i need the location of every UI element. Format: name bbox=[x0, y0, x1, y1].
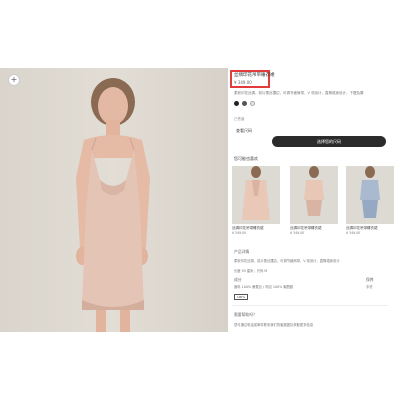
zoom-icon[interactable]: + bbox=[8, 74, 20, 86]
recommend-item[interactable]: 丝绸印花吊带睡衣裙 ¥ 349.00 bbox=[346, 166, 394, 235]
product-title: 丝绸印花吊带睡衣裙 bbox=[234, 73, 275, 78]
recommend-item[interactable]: 丝绸印花吊带睡衣裙 ¥ 349.00 bbox=[232, 166, 280, 235]
material-tag: 100% bbox=[234, 294, 248, 300]
pajama-figure bbox=[304, 166, 324, 216]
swatch-grey[interactable] bbox=[242, 101, 247, 106]
blue-set-figure bbox=[360, 166, 380, 218]
help-text: 您可通过电话或邮件联系我们的客服团队获取更多信息 bbox=[234, 323, 314, 327]
product-price: ¥ 349.00 bbox=[234, 80, 252, 85]
recommend-price: ¥ 349.00 bbox=[346, 231, 361, 235]
composition-text: 面料 100% 桑蚕丝 / 饰边 100% 聚酰胺 bbox=[234, 285, 294, 289]
divider bbox=[232, 305, 388, 306]
help-heading: 需要帮助吗？ bbox=[234, 312, 257, 317]
recommend-image[interactable] bbox=[346, 166, 394, 224]
swatch-white[interactable] bbox=[250, 101, 255, 106]
details-line-1: 柔软印花丝绸，前片蕾丝镶边，可调节细肩带，V 领设计，直筒裙身设计 bbox=[234, 259, 340, 263]
details-heading: 产品详情 bbox=[234, 249, 250, 254]
recommend-price: ¥ 349.00 bbox=[232, 231, 247, 235]
product-description: 柔软印花丝绸，前片蕾丝镶边，可调节细肩带，V 领设计，直筒裙身设计，下摆及膝 bbox=[234, 91, 364, 95]
robe-figure bbox=[242, 166, 270, 220]
care-label: 保养 bbox=[366, 277, 374, 282]
model-figure bbox=[76, 78, 150, 332]
recommend-price: ¥ 349.00 bbox=[290, 231, 305, 235]
size-guide-link[interactable]: 查看尺码 bbox=[236, 128, 252, 134]
swatch-black[interactable] bbox=[234, 101, 239, 106]
details-line-2: 长度 95 厘米，尺码 M bbox=[234, 269, 268, 273]
recommend-image[interactable] bbox=[290, 166, 338, 224]
recommend-title: 您可能也喜欢 bbox=[234, 156, 258, 161]
recommend-image[interactable] bbox=[232, 166, 280, 224]
composition-label: 成分 bbox=[234, 277, 242, 282]
care-text: 手洗 bbox=[366, 285, 373, 289]
sold-out-text: 已售罄 bbox=[234, 117, 245, 121]
add-to-bag-button[interactable]: 选择您的尺码 bbox=[272, 136, 386, 147]
color-swatches bbox=[234, 101, 255, 106]
product-main-image: + bbox=[0, 68, 228, 332]
recommend-item[interactable]: 丝绸印花吊带睡衣裙 ¥ 349.00 bbox=[290, 166, 338, 235]
